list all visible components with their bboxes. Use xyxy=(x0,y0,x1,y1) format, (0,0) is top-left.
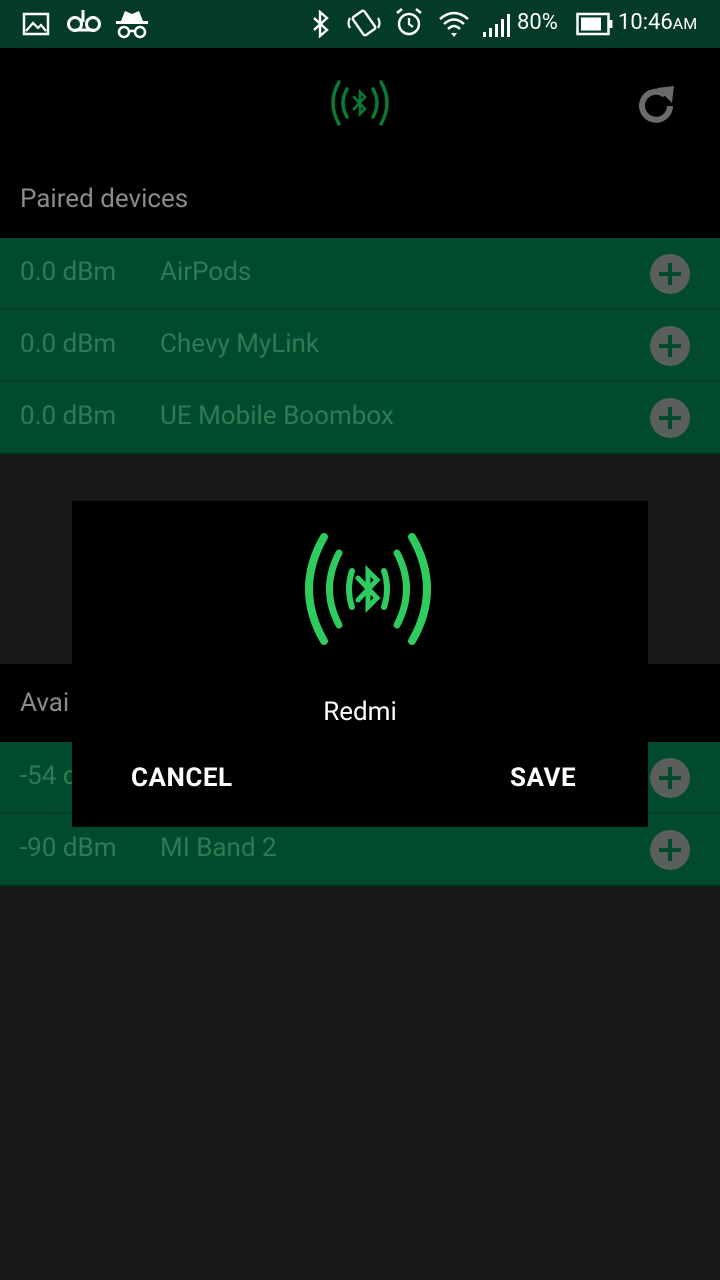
device-rssi: 0.0 dBm xyxy=(20,329,117,359)
add-device-button[interactable] xyxy=(650,758,690,798)
bluetooth-signal-icon xyxy=(305,533,431,645)
device-rssi: -54 d xyxy=(20,761,78,791)
bluetooth-signal-icon xyxy=(331,80,389,126)
device-dialog: Redmi CANCEL SAVE xyxy=(72,501,648,827)
vibrate-icon xyxy=(347,9,381,37)
alarm-icon xyxy=(396,8,422,36)
device-rssi: -90 dBm xyxy=(20,833,117,863)
device-name: MI Band 2 xyxy=(160,833,277,863)
image-icon xyxy=(22,12,50,36)
app-bar xyxy=(0,48,720,158)
add-device-button[interactable] xyxy=(650,326,690,366)
device-rssi: 0.0 dBm xyxy=(20,257,117,287)
device-row[interactable]: 0.0 dBm AirPods xyxy=(0,238,720,310)
signal-icon xyxy=(483,14,510,37)
battery-icon xyxy=(576,12,613,36)
bluetooth-icon xyxy=(313,10,329,38)
save-button[interactable]: SAVE xyxy=(510,763,576,793)
device-name: AirPods xyxy=(160,257,252,287)
add-device-button[interactable] xyxy=(650,254,690,294)
clock: 10:46AM xyxy=(618,10,697,35)
refresh-icon[interactable] xyxy=(632,82,680,130)
device-rssi: 0.0 dBm xyxy=(20,401,117,431)
voicemail-icon xyxy=(67,10,101,32)
add-device-button[interactable] xyxy=(650,830,690,870)
paired-devices-title: Paired devices xyxy=(20,184,189,214)
clock-time: 10:46 xyxy=(618,10,673,35)
dialog-device-name: Redmi xyxy=(323,697,397,727)
cancel-button[interactable]: CANCEL xyxy=(131,763,233,793)
device-name: Chevy MyLink xyxy=(160,329,320,359)
battery-percent: 80% xyxy=(517,10,558,35)
add-device-button[interactable] xyxy=(650,398,690,438)
available-devices-title: Avai xyxy=(20,688,70,718)
incognito-icon xyxy=(116,11,148,39)
device-row[interactable]: 0.0 dBm Chevy MyLink xyxy=(0,310,720,382)
paired-devices-header: Paired devices xyxy=(0,158,720,238)
device-name: UE Mobile Boombox xyxy=(160,401,394,431)
clock-ampm: AM xyxy=(672,14,698,33)
status-bar: 80% 10:46AM xyxy=(0,0,720,48)
device-row[interactable]: 0.0 dBm UE Mobile Boombox xyxy=(0,382,720,454)
wifi-icon xyxy=(439,11,469,37)
